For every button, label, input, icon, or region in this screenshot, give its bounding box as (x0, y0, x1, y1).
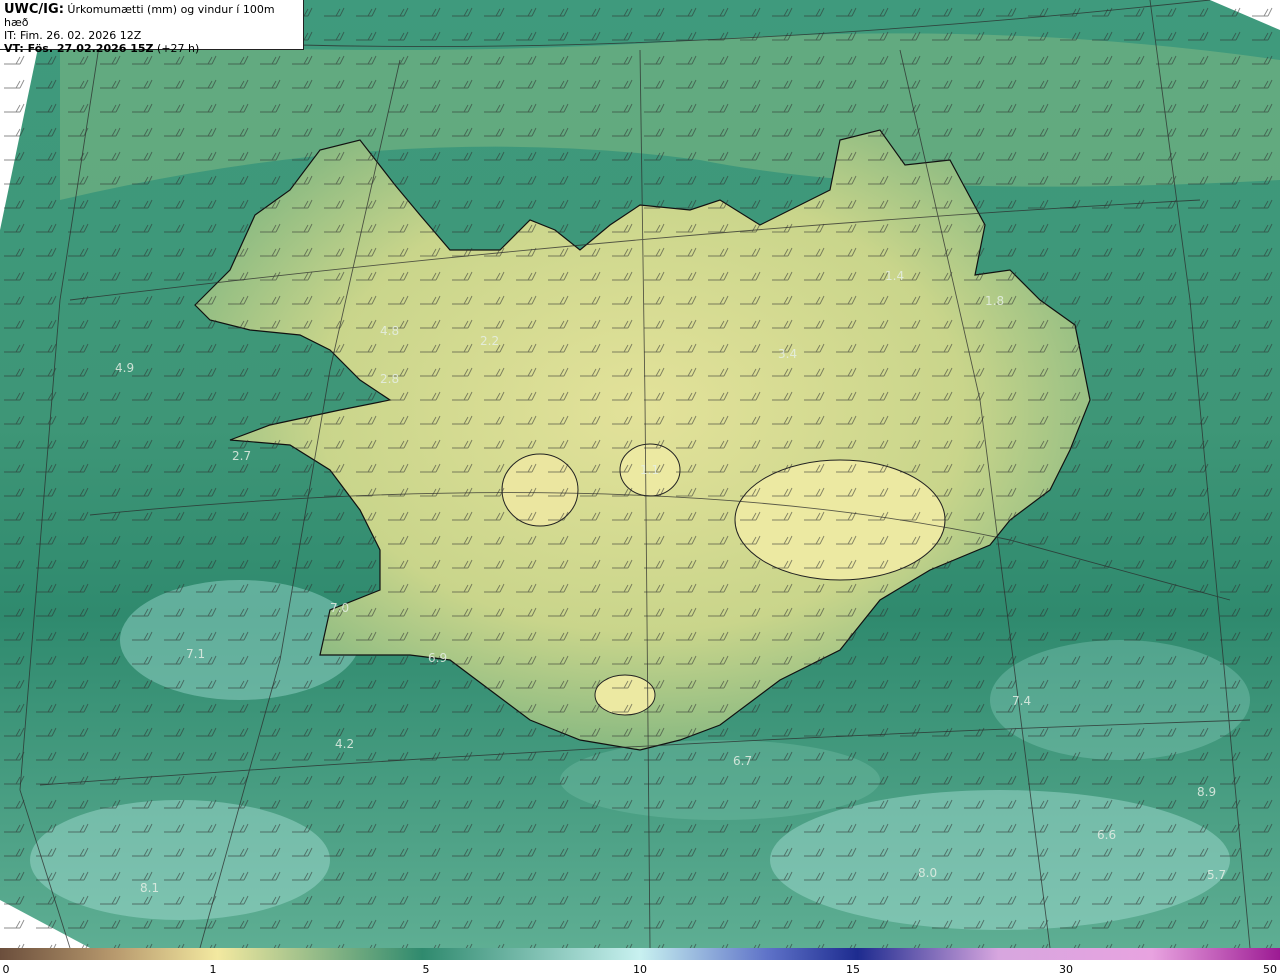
value-label: 5.7 (1207, 868, 1226, 882)
value-label: 8.9 (1197, 785, 1216, 799)
value-label: 4.8 (380, 324, 399, 338)
value-label: 3.4 (778, 347, 797, 361)
tick-label: 30 (1059, 963, 1073, 976)
value-label: 4.9 (115, 361, 134, 375)
tick-label: 10 (633, 963, 647, 976)
value-label: 6.6 (1097, 828, 1116, 842)
colorbar (0, 948, 1280, 960)
value-label: 4.2 (335, 737, 354, 751)
value-label: 1.1 (640, 463, 659, 477)
tick-label: 0 (2, 963, 10, 976)
value-label: 2.8 (380, 372, 399, 386)
value-label: 1.8 (985, 294, 1004, 308)
map-header: UWC/IG: Úrkomumætti (mm) og vindur í 100… (0, 0, 304, 55)
value-label: 2.2 (480, 334, 499, 348)
forecast-offset: (+27 h) (157, 42, 200, 55)
tick-label: 1 (209, 963, 217, 976)
init-time: IT: Fim. 26. 02. 2026 12Z (4, 29, 142, 42)
tick-label: 15 (846, 963, 860, 976)
value-label: 6.9 (428, 651, 447, 665)
value-label: 6.7 (733, 754, 752, 768)
value-label: 7.0 (330, 601, 349, 615)
precipitation-wind-map: 4.8 4.9 2.8 3.4 2.7 1.1 7.0 7.1 6.9 4.2 … (0, 0, 1280, 948)
colorbar-ticks: 0 1 5 10 15 30 50 (0, 960, 1280, 978)
value-label: 7.4 (1012, 694, 1031, 708)
value-label: 8.0 (918, 866, 937, 880)
tick-label: 50 (1263, 963, 1277, 976)
model-label: UWC/IG: (4, 2, 64, 17)
value-label: 2.7 (232, 449, 251, 463)
tick-label: 5 (422, 963, 430, 976)
valid-time: VT: Fös. 27.02.2026 15Z (4, 42, 154, 55)
value-label: 1.4 (885, 269, 904, 283)
value-label: 8.1 (140, 881, 159, 895)
value-label: 7.1 (186, 647, 205, 661)
